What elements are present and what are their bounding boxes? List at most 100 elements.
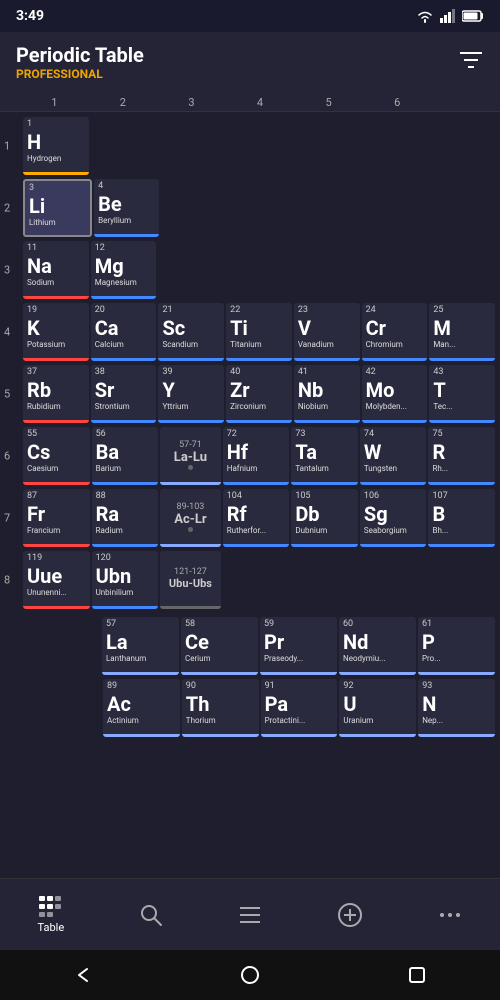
element-Li[interactable]: 3 Li Lithium xyxy=(23,179,92,237)
element-Nb[interactable]: 41 Nb Niobium xyxy=(294,365,360,423)
empty-1-2 xyxy=(91,117,157,175)
element-Bh-partial[interactable]: 107 B Bh... xyxy=(428,489,495,547)
actinide-row: 89 Ac Actinium 90 Th Thorium 91 Pa Prota… xyxy=(22,678,496,738)
element-Rf[interactable]: 104 Rf Rutherfor... xyxy=(223,489,290,547)
element-Pr[interactable]: 59 Pr Praseody... xyxy=(260,617,337,675)
element-H[interactable]: 1 H Hydrogen xyxy=(23,117,89,175)
empty-8-6 xyxy=(360,551,427,609)
filter-button[interactable] xyxy=(458,49,484,75)
element-Ba[interactable]: 56 Ba Barium xyxy=(92,427,159,485)
element-Sr[interactable]: 38 Sr Strontium xyxy=(91,365,157,423)
lanthanide-range[interactable]: 57-71 La-Lu xyxy=(160,427,221,485)
element-Rb[interactable]: 37 Rb Rubidium xyxy=(23,365,89,423)
nav-table-label: Table xyxy=(38,921,65,934)
nav-search[interactable] xyxy=(139,903,163,927)
element-Na[interactable]: 11 Na Sodium xyxy=(23,241,89,299)
element-Db[interactable]: 105 Db Dubnium xyxy=(291,489,358,547)
status-time: 3:49 xyxy=(16,8,44,24)
element-Mo[interactable]: 42 Mo Molybden... xyxy=(362,365,428,423)
element-Np-partial[interactable]: 93 N Nep... xyxy=(418,679,495,737)
app-subtitle: PROFESSIONAL xyxy=(16,67,144,81)
period-row-4: 4 19 K Potassium 20 Ca Calcium 21 Sc Sca… xyxy=(22,302,496,362)
empty-2-5 xyxy=(296,179,361,237)
element-Ubn[interactable]: 120 Ubn Unbinilium xyxy=(92,551,159,609)
element-Rh-partial[interactable]: 75 R Rh... xyxy=(428,427,495,485)
home-button[interactable] xyxy=(235,960,265,990)
period-row-5: 5 37 Rb Rubidium 38 Sr Strontium 39 Y Yt… xyxy=(22,364,496,424)
add-circle-icon xyxy=(337,902,363,928)
element-Zr[interactable]: 40 Zr Zirconium xyxy=(226,365,292,423)
header-title-group: Periodic Table PROFESSIONAL xyxy=(16,43,144,81)
search-icon xyxy=(139,903,163,927)
element-Ce[interactable]: 58 Ce Cerium xyxy=(181,617,258,675)
empty-1-3 xyxy=(158,117,224,175)
empty-1-6 xyxy=(362,117,428,175)
status-icons xyxy=(416,9,484,23)
element-Ca[interactable]: 20 Ca Calcium xyxy=(91,303,157,361)
filter-icon xyxy=(458,49,484,71)
element-Fr[interactable]: 87 Fr Francium xyxy=(23,489,90,547)
back-button[interactable] xyxy=(68,960,98,990)
col-4: 4 xyxy=(226,96,295,109)
element-La[interactable]: 57 La Lanthanum xyxy=(102,617,179,675)
element-Be[interactable]: 4 Be Beryllium xyxy=(94,179,159,237)
ubu-range[interactable]: 121-127 Ubu-Ubs xyxy=(160,551,221,609)
system-nav xyxy=(0,950,500,1000)
element-Ta[interactable]: 73 Ta Tantalum xyxy=(291,427,358,485)
col-1: 1 xyxy=(20,96,89,109)
col-extra xyxy=(431,96,500,109)
period-row-7: 7 87 Fr Francium 88 Ra Radium 89-103 Ac-… xyxy=(22,488,496,548)
element-Pa[interactable]: 91 Pa Protactini... xyxy=(261,679,338,737)
element-Tc-partial[interactable]: 43 T Tec... xyxy=(429,365,495,423)
element-Uue[interactable]: 119 Uue Ununenni... xyxy=(23,551,90,609)
element-Sg[interactable]: 106 Sg Seaborgium xyxy=(360,489,427,547)
element-V[interactable]: 23 V Vanadium xyxy=(294,303,360,361)
nav-more[interactable] xyxy=(438,903,462,927)
recents-icon xyxy=(407,965,427,985)
element-Ac[interactable]: 89 Ac Actinium xyxy=(103,679,180,737)
element-Y[interactable]: 39 Y Yttrium xyxy=(158,365,224,423)
element-W[interactable]: 74 W Tungsten xyxy=(360,427,427,485)
empty-8-7 xyxy=(428,551,495,609)
periodic-table-area: 1 1 H Hydrogen 2 3 Li Lithium 4 Be xyxy=(0,112,500,878)
element-Nd[interactable]: 60 Nd Neodymiu... xyxy=(339,617,416,675)
element-Cr[interactable]: 24 Cr Chromium xyxy=(362,303,428,361)
actinide-range[interactable]: 89-103 Ac-Lr xyxy=(160,489,221,547)
column-headers: 1 2 3 4 5 6 xyxy=(0,92,500,112)
col-6: 6 xyxy=(363,96,432,109)
element-U[interactable]: 92 U Uranium xyxy=(339,679,416,737)
element-Ti[interactable]: 22 Ti Titanium xyxy=(226,303,292,361)
empty-3-4 xyxy=(226,241,292,299)
back-icon xyxy=(73,965,93,985)
app-header: Periodic Table PROFESSIONAL xyxy=(0,32,500,92)
list-icon xyxy=(238,903,262,927)
empty-2-7 xyxy=(430,179,495,237)
empty-1-5 xyxy=(294,117,360,175)
app-title: Periodic Table xyxy=(16,43,144,67)
period-row-3: 3 11 Na Sodium 12 Mg Magnesium xyxy=(22,240,496,300)
col-2: 2 xyxy=(89,96,158,109)
nav-list[interactable] xyxy=(238,903,262,927)
element-Pm-partial[interactable]: 61 P Pro... xyxy=(418,617,495,675)
lanthanide-row: 57 La Lanthanum 58 Ce Cerium 59 Pr Prase… xyxy=(22,616,496,676)
col-5: 5 xyxy=(294,96,363,109)
recents-button[interactable] xyxy=(402,960,432,990)
period-row-2: 2 3 Li Lithium 4 Be Beryllium xyxy=(22,178,496,238)
nav-add[interactable] xyxy=(337,902,363,928)
element-K[interactable]: 19 K Potassium xyxy=(23,303,89,361)
element-Cs[interactable]: 55 Cs Caesium xyxy=(23,427,90,485)
empty-2-3 xyxy=(161,179,226,237)
element-Ra[interactable]: 88 Ra Radium xyxy=(92,489,159,547)
period-row-6: 6 55 Cs Caesium 56 Ba Barium 57-71 La-Lu… xyxy=(22,426,496,486)
empty-8-5 xyxy=(291,551,358,609)
element-Hf[interactable]: 72 Hf Hafnium xyxy=(223,427,290,485)
element-Th[interactable]: 90 Th Thorium xyxy=(182,679,259,737)
nav-table[interactable]: Table xyxy=(38,895,65,934)
empty-1-4 xyxy=(226,117,292,175)
element-Mg[interactable]: 12 Mg Magnesium xyxy=(91,241,157,299)
element-Mn-partial[interactable]: 25 M Man... xyxy=(429,303,495,361)
element-Sc[interactable]: 21 Sc Scandium xyxy=(158,303,224,361)
table-icon xyxy=(38,895,64,917)
home-icon xyxy=(240,965,260,985)
empty-2-6 xyxy=(363,179,428,237)
